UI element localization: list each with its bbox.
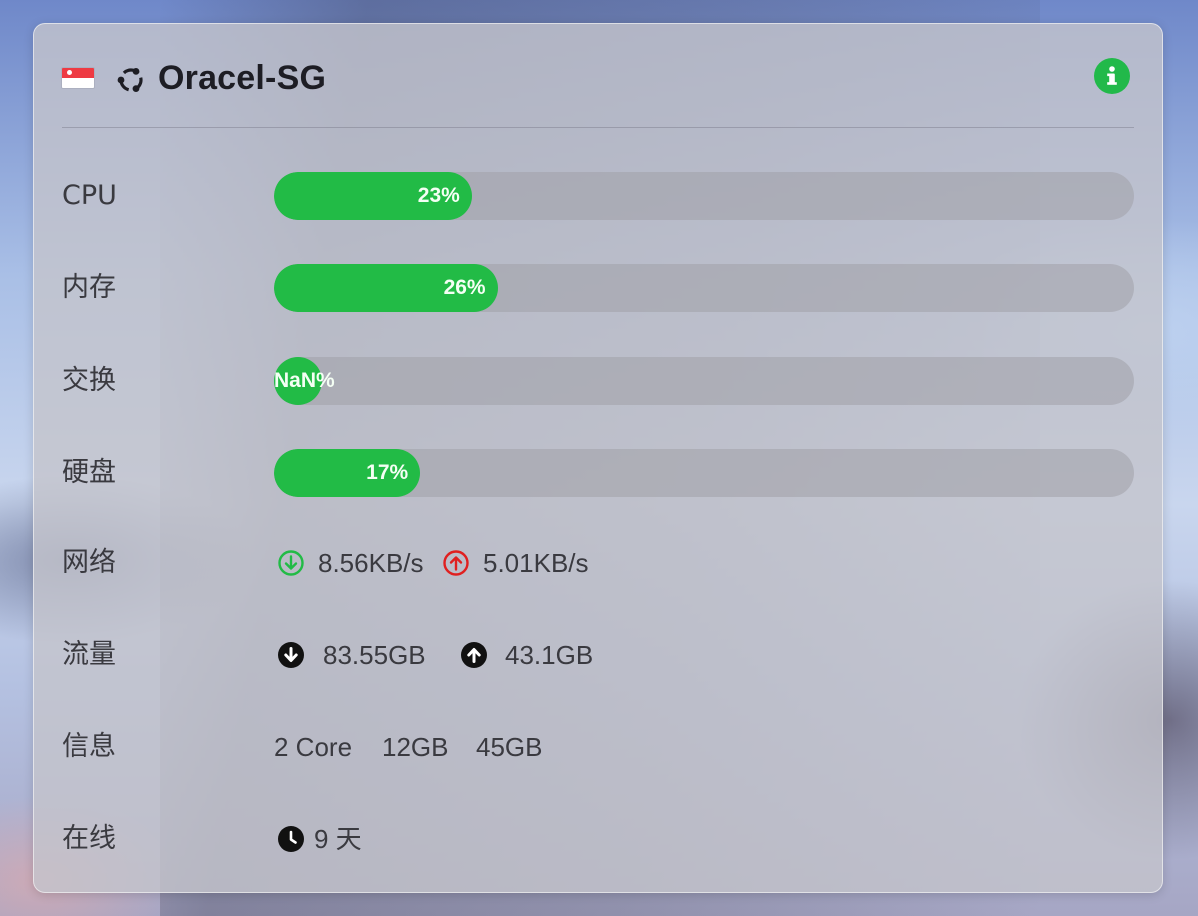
upload-speed: 5.01KB/s	[483, 548, 589, 578]
progress-text: 17%	[366, 461, 409, 484]
progress-fill: 23%	[274, 172, 472, 220]
progress-track: 17%	[274, 449, 1134, 497]
network-label: 网络	[62, 547, 116, 578]
cpu-row: CPU 23%	[62, 172, 1134, 220]
singapore-flag-icon	[62, 68, 94, 88]
traffic-label: 流量	[62, 639, 116, 670]
memory-bar: 26%	[274, 264, 1134, 312]
info-icon[interactable]	[1094, 58, 1130, 94]
cpu-label: CPU	[62, 180, 117, 211]
ubuntu-icon	[117, 68, 143, 92]
download-total: 83.55GB	[323, 640, 426, 670]
header-divider	[62, 127, 1134, 128]
progress-fill: 26%	[274, 264, 498, 312]
download-speed: 8.56KB/s	[318, 548, 424, 578]
progress-text: 23%	[417, 184, 460, 207]
traffic-row: 流量 83.55GB 43.1GB	[62, 631, 1134, 679]
upload-total: 43.1GB	[505, 640, 594, 670]
info-label: 信息	[62, 731, 116, 762]
progress-text: NaN%	[274, 369, 335, 392]
download-speed-icon	[278, 550, 304, 576]
swap-label: 交换	[62, 365, 116, 396]
progress-track: 26%	[274, 264, 1134, 312]
cpu-bar: 23%	[274, 172, 1134, 220]
network-row: 网络 8.56KB/s 5.01KB/s	[62, 539, 1134, 587]
swap-row: 交换 NaN%	[62, 357, 1134, 405]
server-name: Oracel-SG	[158, 59, 327, 97]
swap-bar: NaN%	[274, 357, 1134, 405]
info-row: 信息 2 Core 12GB 45GB	[62, 723, 1134, 771]
clock-icon	[278, 826, 304, 852]
cpu-cores: 2 Core	[274, 732, 353, 762]
card-header: Oracel-SG	[62, 54, 1134, 102]
progress-track: NaN%	[274, 357, 1134, 405]
uptime-row: 在线 9 天	[62, 815, 1134, 863]
disk-row: 硬盘 17%	[62, 449, 1134, 497]
uptime-value: 9 天	[274, 815, 1134, 863]
memory-label: 内存	[62, 272, 116, 303]
disk-bar: 17%	[274, 449, 1134, 497]
progress-track: 23%	[274, 172, 1134, 220]
memory-size: 12GB	[382, 732, 449, 762]
progress-text: 26%	[443, 276, 486, 299]
disk-label: 硬盘	[62, 457, 116, 488]
uptime-label: 在线	[62, 823, 116, 854]
memory-row: 内存 26%	[62, 264, 1134, 312]
traffic-value: 83.55GB 43.1GB	[274, 631, 1134, 679]
server-card: Oracel-SG CPU 23% 内存 26% 交换 NaN% 硬盘 17% …	[33, 23, 1163, 893]
info-value: 2 Core 12GB 45GB	[274, 723, 1134, 771]
network-value: 8.56KB/s 5.01KB/s	[274, 539, 1134, 587]
disk-size: 45GB	[476, 732, 543, 762]
upload-total-icon	[461, 642, 487, 668]
download-total-icon	[278, 642, 304, 668]
progress-fill: NaN%	[274, 357, 335, 405]
upload-speed-icon	[443, 550, 469, 576]
uptime-text: 9 天	[314, 824, 362, 854]
progress-fill: 17%	[274, 449, 421, 497]
